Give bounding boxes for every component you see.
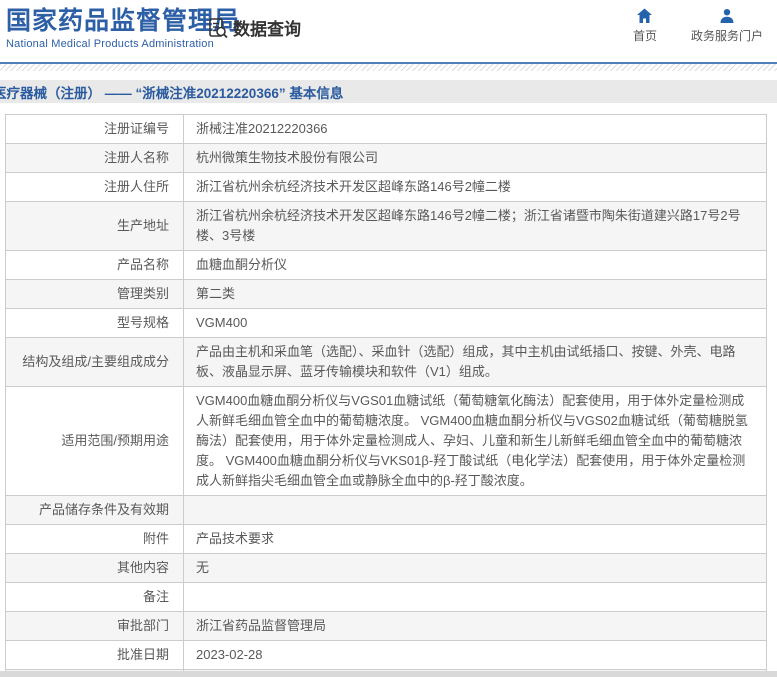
- row-label-text: 审批部门: [116, 618, 169, 633]
- table-row: 注册人住所 浙江省杭州余杭经济技术开发区超峰东路146号2幢二楼: [6, 173, 766, 202]
- row-label: 附件: [6, 525, 184, 553]
- site-subtitle: National Medical Products Administration: [6, 37, 214, 50]
- row-value-text: 2023-02-28: [196, 647, 263, 662]
- row-value: VGM400: [184, 309, 766, 337]
- nav-home-label: 首页: [632, 29, 657, 43]
- table-row: 注册证编号 浙械注准20212220366: [6, 115, 766, 144]
- row-label-text: 生产地址: [116, 218, 169, 233]
- row-value-text: 无: [196, 560, 210, 575]
- row-value-text: 杭州微策生物技术股份有限公司: [196, 150, 379, 165]
- row-value: 2023-02-28: [184, 641, 766, 669]
- row-value-text: 浙江省杭州余杭经济技术开发区超峰东路146号2幢二楼: [196, 179, 511, 194]
- table-row: 管理类别 第二类: [6, 280, 766, 309]
- row-label: 产品名称: [6, 251, 184, 279]
- user-icon: [719, 8, 735, 24]
- row-label-text: 备注: [142, 589, 169, 604]
- row-label-text: 注册证编号: [103, 121, 169, 136]
- table-row: 产品名称 血糖血酮分析仪: [6, 251, 766, 280]
- table-row: 其他内容 无: [6, 554, 766, 583]
- row-value: 产品由主机和采血笔（选配）、采血针（选配）组成，其中主机由试纸插口、按键、外壳、…: [184, 338, 766, 386]
- row-label: 备注: [6, 583, 184, 611]
- row-value: 无: [184, 554, 766, 582]
- page: 国家药品监督管理局 National Medical Products Admi…: [0, 0, 777, 677]
- row-value: 浙江省杭州余杭经济技术开发区超峰东路146号2幢二楼；浙江省诸暨市陶朱街道建兴路…: [184, 202, 766, 250]
- table-row: 适用范围/预期用途 VGM400血糖血酮分析仪与VGS01血糖试纸（葡萄糖氧化酶…: [6, 387, 766, 496]
- row-label-text: 附件: [142, 531, 169, 546]
- row-label: 批准日期: [6, 641, 184, 669]
- row-value: 第二类: [184, 280, 766, 308]
- row-value-text: 浙械注准20212220366: [196, 121, 328, 136]
- info-table: 注册证编号 浙械注准20212220366 注册人名称 杭州微策生物技术股份有限…: [5, 114, 767, 677]
- table-row: 批准日期 2023-02-28: [6, 641, 766, 670]
- row-label: 注册人名称: [6, 144, 184, 172]
- data-query-label: 数据查询: [233, 20, 301, 39]
- row-value: [184, 496, 766, 524]
- row-label-text: 批准日期: [116, 647, 169, 662]
- row-label-text: 管理类别: [116, 286, 169, 301]
- row-value: VGM400血糖血酮分析仪与VGS01血糖试纸（葡萄糖氧化酶法）配套使用，用于体…: [184, 387, 766, 495]
- row-value: 杭州微策生物技术股份有限公司: [184, 144, 766, 172]
- table-row: 产品储存条件及有效期: [6, 496, 766, 525]
- row-value-text: 第二类: [196, 286, 236, 301]
- row-label: 注册证编号: [6, 115, 184, 143]
- row-label-text: 注册人住所: [103, 179, 169, 194]
- breadcrumb-text: 医疗器械（注册） —— “浙械注准20212220366” 基本信息: [0, 85, 344, 101]
- table-row: 注册人名称 杭州微策生物技术股份有限公司: [6, 144, 766, 173]
- document-search-icon: [207, 17, 229, 39]
- row-label-text: 其他内容: [116, 560, 169, 575]
- row-label-text: 注册人名称: [103, 150, 169, 165]
- row-value: [184, 583, 766, 611]
- row-label-text: 结构及组成/主要组成成分: [22, 354, 169, 369]
- row-label: 审批部门: [6, 612, 184, 640]
- row-label: 型号规格: [6, 309, 184, 337]
- site-logo[interactable]: 国家药品监督管理局 National Medical Products Admi…: [6, 7, 241, 50]
- footer-strip: [0, 671, 777, 677]
- row-value-text: VGM400血糖血酮分析仪与VGS01血糖试纸（葡萄糖氧化酶法）配套使用，用于体…: [196, 393, 748, 488]
- row-label: 生产地址: [6, 202, 184, 250]
- site-header: 国家药品监督管理局 National Medical Products Admi…: [0, 0, 777, 62]
- row-label: 其他内容: [6, 554, 184, 582]
- table-row: 附件 产品技术要求: [6, 525, 766, 554]
- table-row: 审批部门 浙江省药品监督管理局: [6, 612, 766, 641]
- row-value-text: 浙江省药品监督管理局: [196, 618, 327, 633]
- breadcrumb: 医疗器械（注册） —— “浙械注准20212220366” 基本信息: [0, 80, 777, 103]
- row-value-text: VGM400: [196, 315, 248, 330]
- nav-home[interactable]: 首页: [633, 8, 657, 44]
- data-query-nav[interactable]: 数据查询: [207, 15, 301, 40]
- hatch-strip: [0, 64, 777, 71]
- nav-portal-label: 政务服务门户: [690, 29, 763, 43]
- row-value-text: 产品由主机和采血笔（选配）、采血针（选配）组成，其中主机由试纸插口、按键、外壳、…: [196, 344, 736, 379]
- row-label: 管理类别: [6, 280, 184, 308]
- row-label-text: 产品名称: [116, 257, 169, 272]
- row-value-text: 产品技术要求: [196, 531, 275, 546]
- home-icon: [636, 8, 653, 24]
- row-value: 浙江省杭州余杭经济技术开发区超峰东路146号2幢二楼: [184, 173, 766, 201]
- row-label: 结构及组成/主要组成成分: [6, 338, 184, 386]
- row-label: 适用范围/预期用途: [6, 387, 184, 495]
- site-title: 国家药品监督管理局: [6, 7, 241, 35]
- row-value: 浙江省药品监督管理局: [184, 612, 766, 640]
- row-label: 产品储存条件及有效期: [6, 496, 184, 524]
- row-value: 产品技术要求: [184, 525, 766, 553]
- row-label-text: 适用范围/预期用途: [61, 433, 169, 448]
- row-value-text: 血糖血酮分析仪: [196, 257, 288, 272]
- table-row: 备注: [6, 583, 766, 612]
- row-value: 血糖血酮分析仪: [184, 251, 766, 279]
- row-value: 浙械注准20212220366: [184, 115, 766, 143]
- table-row: 型号规格 VGM400: [6, 309, 766, 338]
- table-row: 生产地址 浙江省杭州余杭经济技术开发区超峰东路146号2幢二楼；浙江省诸暨市陶朱…: [6, 202, 766, 251]
- top-nav: 首页 政务服务门户: [633, 8, 763, 44]
- row-label: 注册人住所: [6, 173, 184, 201]
- row-label-text: 型号规格: [116, 315, 169, 330]
- nav-portal[interactable]: 政务服务门户: [691, 8, 763, 44]
- row-value-text: 浙江省杭州余杭经济技术开发区超峰东路146号2幢二楼；浙江省诸暨市陶朱街道建兴路…: [196, 208, 741, 243]
- table-row: 结构及组成/主要组成成分 产品由主机和采血笔（选配）、采血针（选配）组成，其中主…: [6, 338, 766, 387]
- row-label-text: 产品储存条件及有效期: [38, 502, 169, 517]
